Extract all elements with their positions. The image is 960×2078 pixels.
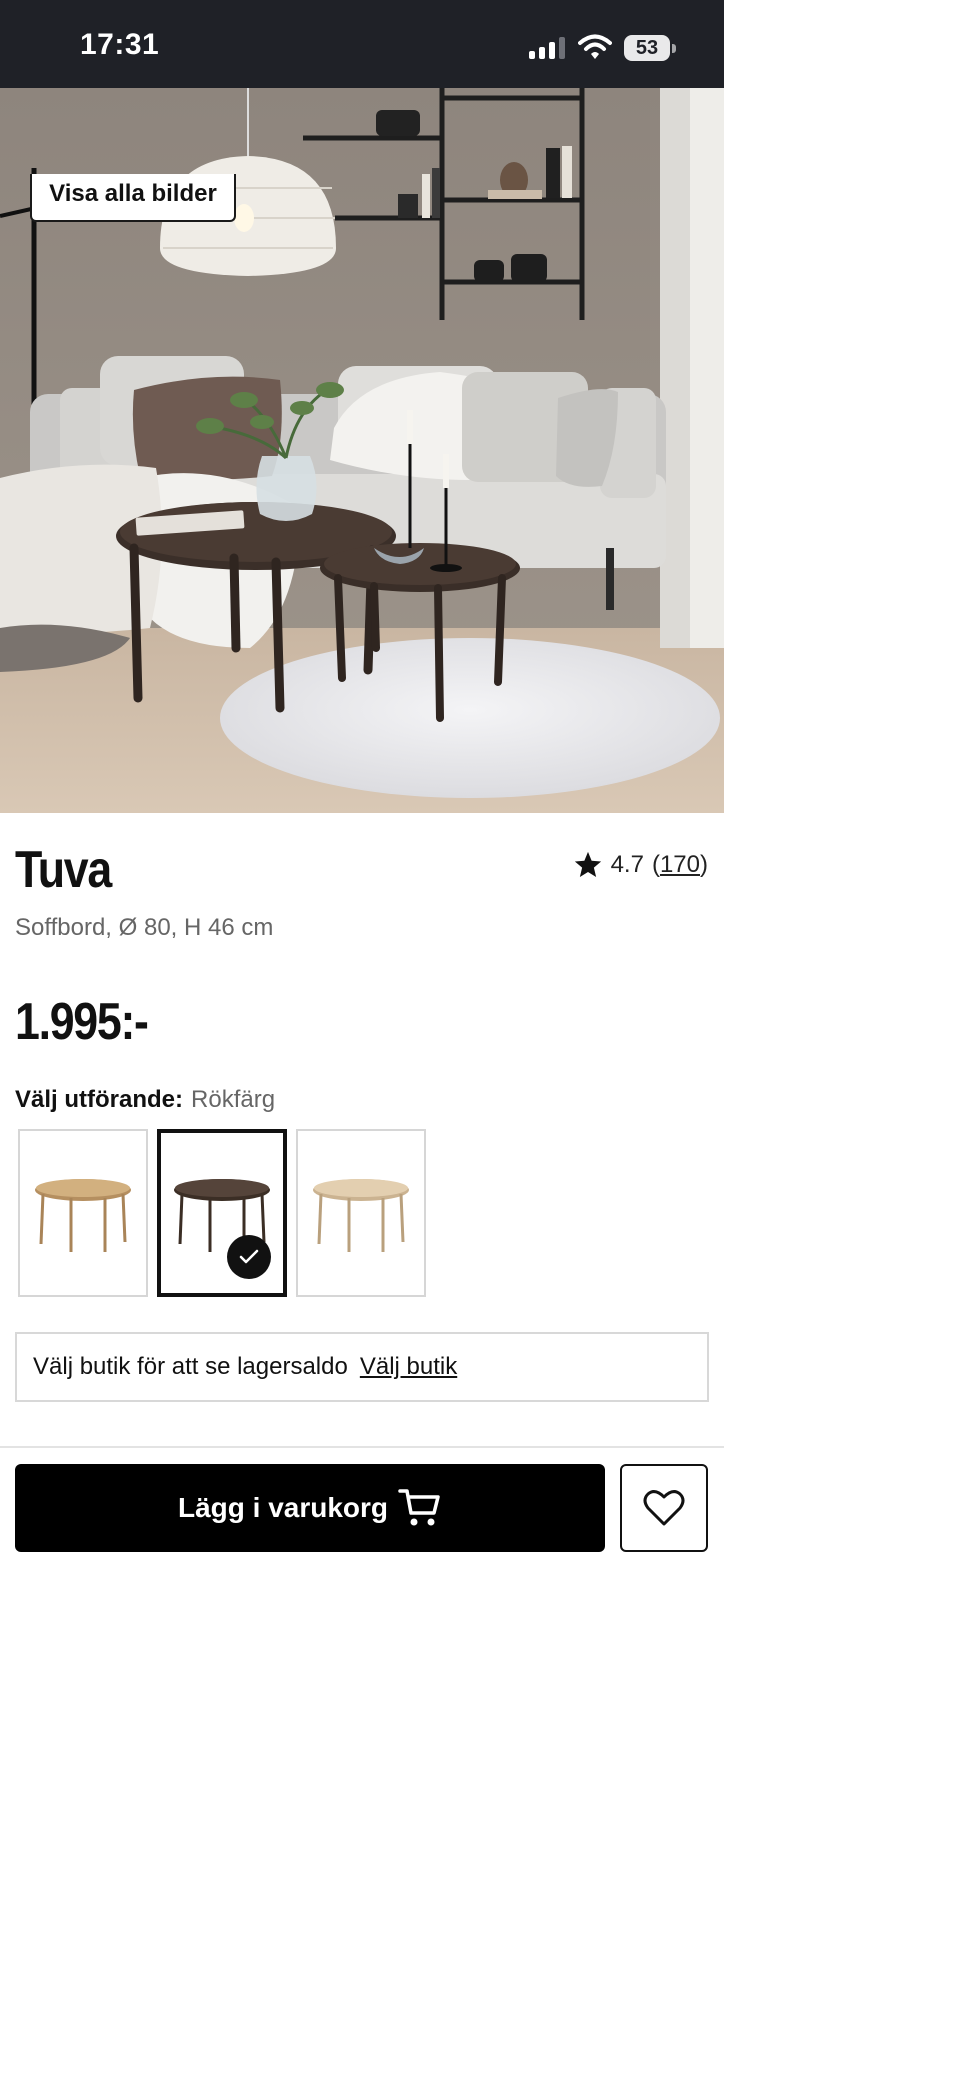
selected-check-icon [227, 1235, 271, 1279]
rating-paren-close: ) [700, 851, 708, 878]
product-price: 1.995:- [15, 993, 149, 1051]
show-all-images-button[interactable]: Visa alla bilder [30, 174, 236, 222]
divider [0, 1446, 724, 1448]
battery-icon: 53 [624, 35, 670, 61]
variant-selected-value: Rökfärg [191, 1086, 276, 1113]
add-to-cart-button[interactable]: Lägg i varukorg [15, 1464, 605, 1552]
status-bar: 17:31 53 [0, 0, 724, 88]
heart-icon [643, 1490, 685, 1526]
variant-label: Välj utförande: [15, 1086, 184, 1113]
status-time: 17:31 [80, 28, 160, 61]
variant-option-white-oak[interactable] [296, 1129, 426, 1297]
battery-nub [672, 44, 676, 53]
rating-count-link[interactable]: 170 [660, 851, 700, 879]
product-title: Tuva [15, 841, 112, 899]
store-stock-text: Välj butik för att se lagersaldo [33, 1353, 348, 1380]
wifi-icon [578, 34, 612, 59]
battery-level: 53 [635, 37, 659, 59]
variant-selector-label: Välj utförande: Rökfärg [15, 1086, 275, 1114]
variant-option-smoked[interactable] [157, 1129, 287, 1297]
favorite-button[interactable] [620, 1464, 708, 1552]
star-icon [574, 851, 601, 877]
variant-option-oak[interactable] [18, 1129, 148, 1297]
product-rating[interactable]: 4.7 (170) [573, 850, 708, 880]
add-to-cart-label: Lägg i varukorg [177, 1492, 389, 1523]
product-image[interactable]: Visa alla bilder [0, 88, 724, 813]
store-stock-box: Välj butik för att se lagersaldo Välj bu… [15, 1332, 709, 1402]
rating-paren-open: ( [651, 851, 660, 878]
choose-store-link[interactable]: Välj butik [360, 1353, 457, 1381]
product-subtitle: Soffbord, Ø 80, H 46 cm [15, 914, 274, 941]
table-white-oak-thumbnail [313, 1179, 409, 1252]
cart-icon [398, 1489, 440, 1526]
table-oak-thumbnail [35, 1179, 131, 1252]
signal-icon [529, 37, 569, 59]
rating-value: 4.7 [610, 851, 644, 878]
